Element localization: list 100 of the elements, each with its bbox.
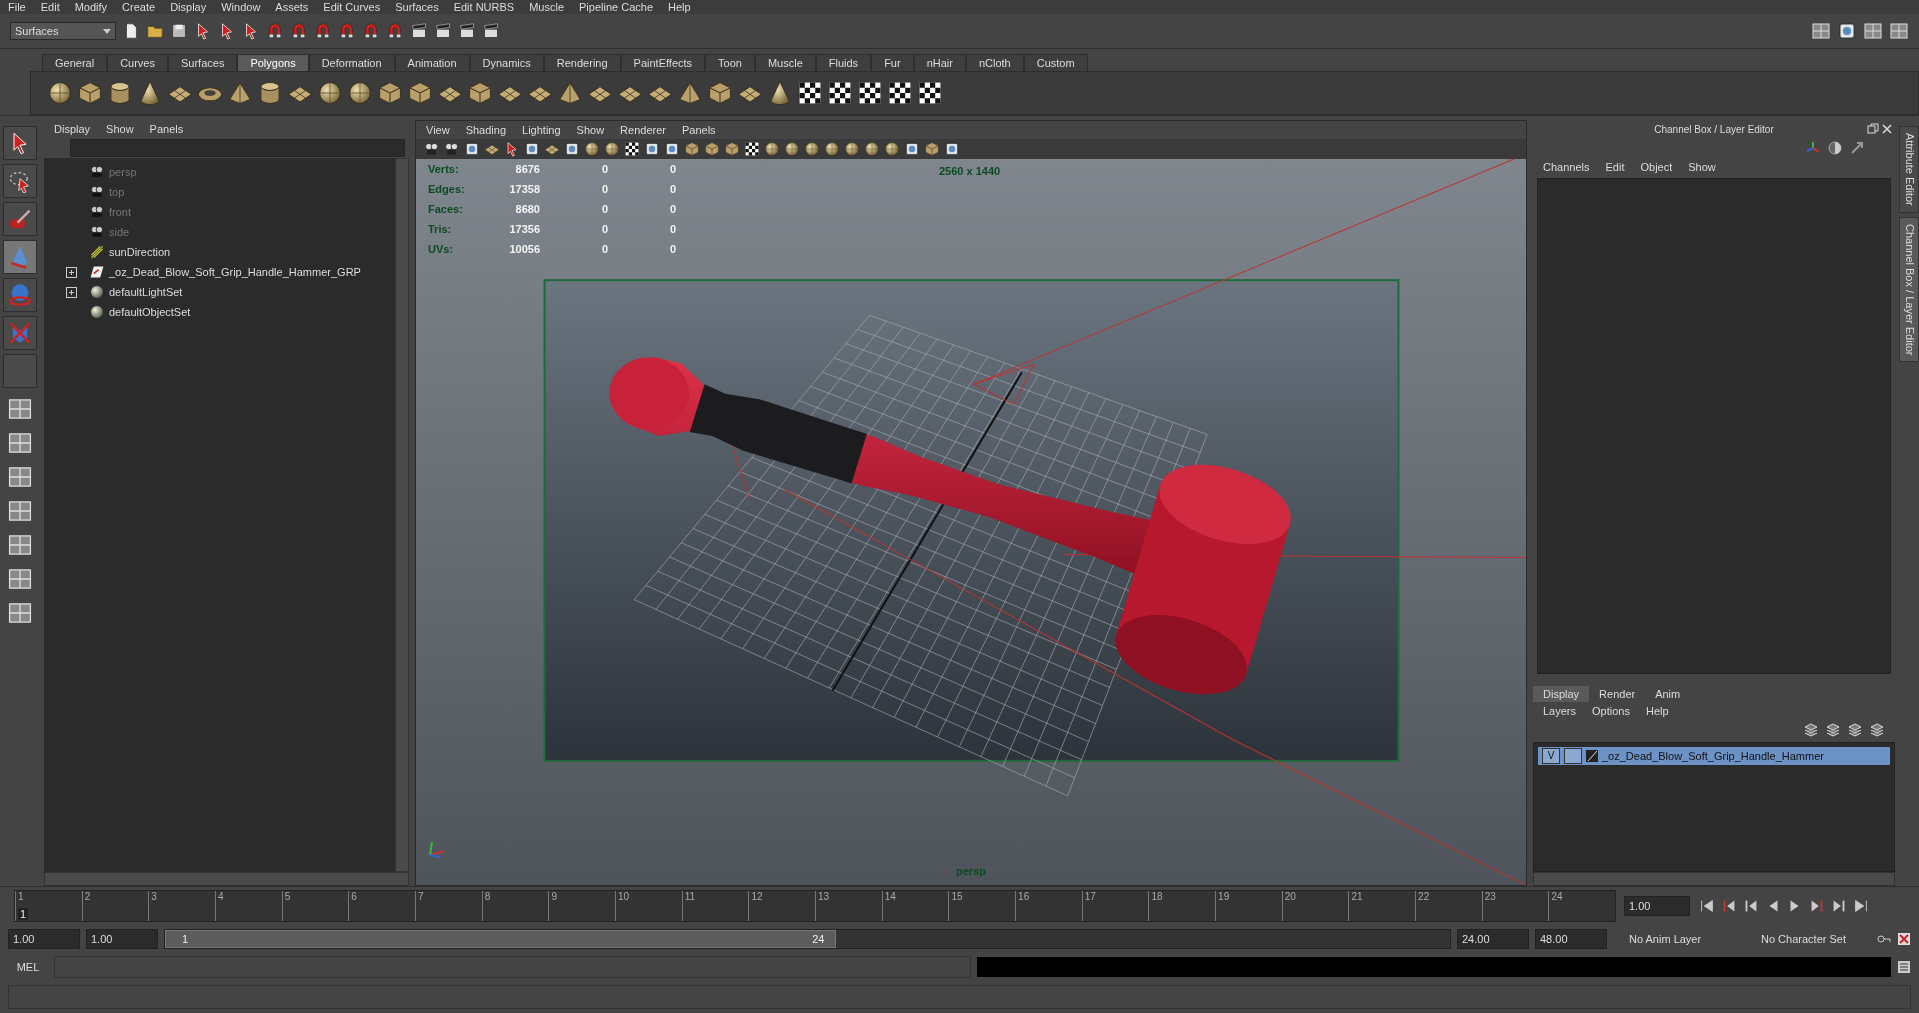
playback-end-field[interactable]: 24.00 bbox=[1457, 929, 1529, 949]
expand-icon[interactable] bbox=[66, 266, 77, 278]
sphere-icon[interactable] bbox=[784, 141, 800, 157]
cube-icon[interactable] bbox=[924, 141, 940, 157]
sphere-icon[interactable] bbox=[47, 80, 73, 106]
layout-icon[interactable] bbox=[7, 498, 33, 524]
layout-icon[interactable] bbox=[7, 396, 33, 422]
menu-item[interactable]: Help bbox=[668, 1, 691, 13]
shelf-tab[interactable]: Toon bbox=[705, 54, 755, 71]
menu-item[interactable]: View bbox=[426, 124, 450, 136]
menu-item[interactable]: Shading bbox=[465, 124, 507, 136]
checker-icon[interactable] bbox=[624, 141, 640, 157]
sphere-icon[interactable] bbox=[584, 141, 600, 157]
menu-item[interactable]: Pipeline Cache bbox=[579, 1, 653, 13]
menu-item[interactable]: Options bbox=[1592, 705, 1630, 717]
menu-item[interactable]: Muscle bbox=[529, 1, 564, 13]
layout-icon[interactable] bbox=[7, 464, 33, 490]
cube-icon[interactable] bbox=[684, 141, 700, 157]
menu-item[interactable]: Renderer bbox=[620, 124, 666, 136]
sphere-icon[interactable] bbox=[317, 80, 343, 106]
side-tab[interactable]: Channel Box / Layer Editor bbox=[1899, 216, 1919, 363]
layer-tab[interactable]: Anim bbox=[1645, 686, 1691, 702]
shelf-tab[interactable]: Animation bbox=[394, 54, 470, 71]
cone-icon[interactable] bbox=[767, 80, 793, 106]
menu-item[interactable]: Panels bbox=[681, 124, 716, 136]
square-icon[interactable] bbox=[644, 141, 660, 157]
expand-icon[interactable] bbox=[66, 286, 77, 298]
layer-tab[interactable]: Display bbox=[1533, 686, 1590, 702]
magnet-icon[interactable] bbox=[314, 22, 332, 40]
magnet-icon[interactable] bbox=[290, 22, 308, 40]
shelf-tab[interactable]: Fluids bbox=[815, 54, 872, 71]
menu-item[interactable]: Create bbox=[122, 1, 156, 13]
menu-item[interactable]: Edit NURBS bbox=[453, 1, 515, 13]
scrollbar[interactable] bbox=[395, 158, 409, 872]
checker-icon[interactable] bbox=[857, 80, 883, 106]
layout-icon[interactable] bbox=[7, 566, 33, 592]
filter-field[interactable] bbox=[70, 139, 405, 157]
sphere-icon[interactable] bbox=[884, 141, 900, 157]
sphere-icon[interactable] bbox=[764, 141, 780, 157]
layout-icon[interactable] bbox=[7, 430, 33, 456]
panel-icon[interactable] bbox=[1837, 21, 1857, 41]
menu-item[interactable]: Window bbox=[221, 1, 261, 13]
layers-icon[interactable] bbox=[1847, 723, 1863, 739]
sphere-icon[interactable] bbox=[824, 141, 840, 157]
clapper-icon[interactable] bbox=[434, 22, 452, 40]
current-time-field[interactable]: 1.00 bbox=[1624, 896, 1690, 916]
menu-item[interactable]: Display bbox=[170, 1, 207, 13]
square-icon[interactable] bbox=[524, 141, 540, 157]
pyramid-icon[interactable] bbox=[227, 80, 253, 106]
visibility-toggle[interactable]: V bbox=[1542, 748, 1560, 764]
time-slider[interactable]: 1 2 3 4 5 6 7 8 9 10 11 12 13 14 15 16 17 18 19 20 21 22 23 24 1 bbox=[14, 890, 1616, 922]
checker-icon[interactable] bbox=[827, 80, 853, 106]
outliner-item[interactable]: defaultObjectSet bbox=[109, 306, 191, 318]
cube-icon[interactable] bbox=[724, 141, 740, 157]
start-time-field[interactable]: 1.00 bbox=[8, 929, 80, 949]
playback-start-field[interactable]: 1.00 bbox=[86, 929, 158, 949]
menu-item[interactable]: Display bbox=[54, 123, 91, 135]
menu-item[interactable]: Edit bbox=[1605, 161, 1625, 173]
menu-item[interactable]: Object bbox=[1640, 161, 1673, 173]
shelf-tab[interactable]: Dynamics bbox=[469, 54, 544, 71]
playback-toggle[interactable] bbox=[1564, 748, 1582, 764]
anim-layer-dropdown[interactable]: No Anim Layer bbox=[1613, 933, 1739, 945]
sphere-icon[interactable] bbox=[347, 80, 373, 106]
shelf-tab[interactable]: Curves bbox=[107, 54, 168, 71]
half-circle-icon[interactable] bbox=[1827, 140, 1843, 156]
layout-icon[interactable] bbox=[1863, 21, 1883, 41]
cube-icon[interactable] bbox=[377, 80, 403, 106]
layout-icon[interactable] bbox=[7, 532, 33, 558]
menu-item[interactable]: Edit Curves bbox=[323, 1, 381, 13]
end-time-field[interactable]: 48.00 bbox=[1535, 929, 1607, 949]
skip-to-start-icon[interactable] bbox=[1698, 897, 1716, 915]
magnet-icon[interactable] bbox=[266, 22, 284, 40]
layout-icon[interactable] bbox=[1889, 21, 1909, 41]
shelf-tab[interactable]: Polygons bbox=[237, 54, 309, 71]
square-icon[interactable] bbox=[664, 141, 680, 157]
cylinder-icon[interactable] bbox=[107, 80, 133, 106]
layout-icon[interactable] bbox=[1811, 21, 1831, 41]
checker-icon[interactable] bbox=[887, 80, 913, 106]
pyramid-icon[interactable] bbox=[677, 80, 703, 106]
pyramid-icon[interactable] bbox=[557, 80, 583, 106]
shelf-tab[interactable]: PaintEffects bbox=[620, 54, 706, 71]
tool-button[interactable] bbox=[3, 126, 37, 160]
menu-item[interactable]: Help bbox=[1645, 705, 1669, 717]
character-set-dropdown[interactable]: No Character Set bbox=[1745, 933, 1871, 945]
command-language-label[interactable]: MEL bbox=[8, 961, 48, 973]
checker-icon[interactable] bbox=[917, 80, 943, 106]
cone-icon[interactable] bbox=[137, 80, 163, 106]
menu-set-dropdown[interactable]: Surfaces bbox=[10, 22, 116, 40]
menu-item[interactable]: Assets bbox=[275, 1, 309, 13]
save-icon[interactable] bbox=[170, 22, 188, 40]
layers-icon[interactable] bbox=[1825, 723, 1841, 739]
menu-item[interactable]: Edit bbox=[40, 1, 60, 13]
sphere-icon[interactable] bbox=[864, 141, 880, 157]
shelf-tab[interactable]: Fur bbox=[871, 54, 914, 71]
tool-button[interactable] bbox=[3, 240, 37, 274]
shelf-tab[interactable]: Rendering bbox=[543, 54, 621, 71]
square-icon[interactable] bbox=[904, 141, 920, 157]
script-editor-icon[interactable] bbox=[1897, 960, 1911, 974]
outliner-item[interactable]: sunDirection bbox=[109, 246, 171, 258]
cube-icon[interactable] bbox=[407, 80, 433, 106]
